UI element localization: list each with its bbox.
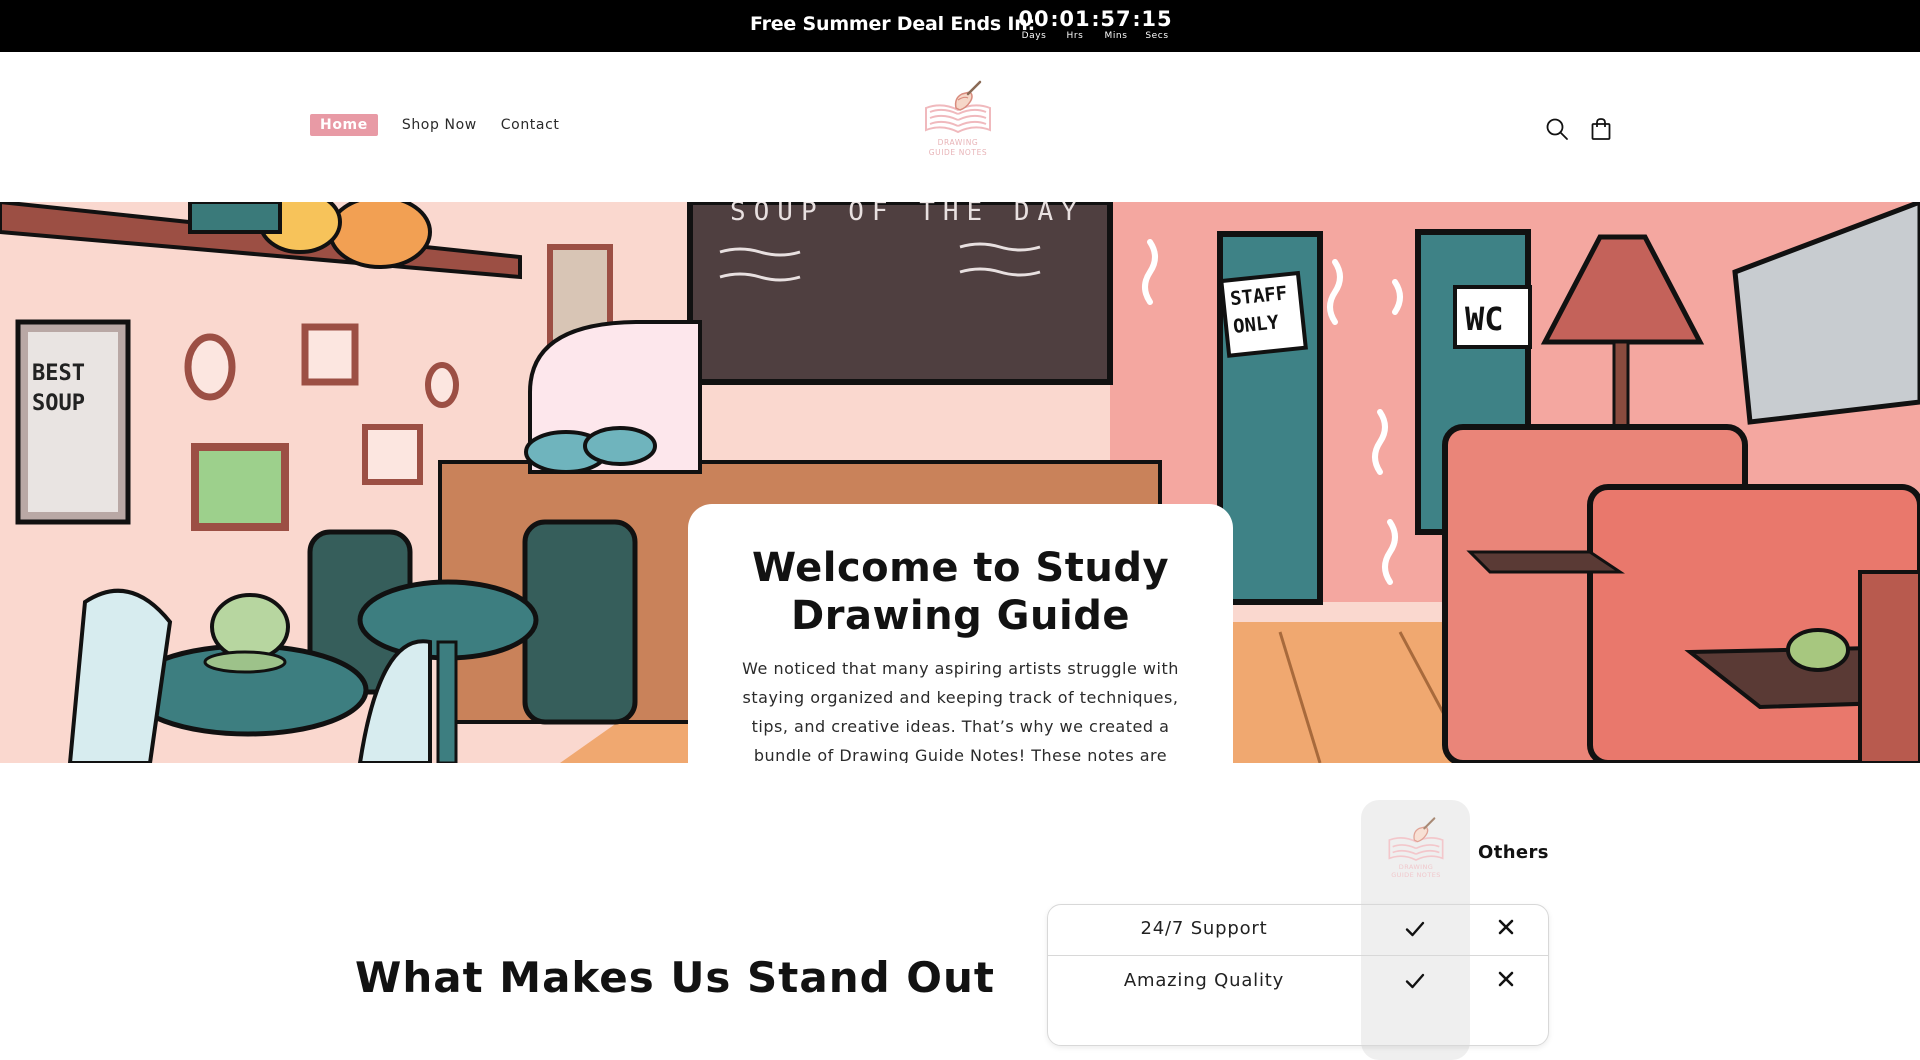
section-title: What Makes Us Stand Out [355,952,995,1002]
cross-icon [1498,919,1514,935]
comparison-logo-caption: DRAWING GUIDE NOTES [1381,863,1451,879]
chalkboard-text: SOUP OF THE DAY [730,202,1085,227]
others-column-label: Others [1478,842,1549,863]
countdown-days-label: Days [1021,31,1047,41]
countdown-hours: 01 Hrs [1059,8,1091,42]
countdown-separator: : [1132,7,1141,31]
hero-card: Welcome to Study Drawing Guide We notice… [688,504,1233,763]
countdown-hours-value: 01 [1059,7,1091,31]
comparison-row: 24/7 Support [1047,904,1549,956]
comparison-logo-caption-line2: GUIDE NOTES [1391,871,1441,879]
logo-caption: DRAWING GUIDE NOTES [918,138,998,158]
site-header: Home Shop Now Contact DRAWING GUIDE NOTE… [0,52,1920,202]
countdown-hours-label: Hrs [1066,31,1084,41]
cross-icon [1498,971,1514,987]
hero-banner: SOUP OF THE DAY BEST SOUP STAFF ONLY WC … [0,202,1920,763]
announcement-text: Free Summer Deal Ends In: [750,13,1036,35]
countdown-seconds-value: 15 [1141,7,1173,31]
countdown-minutes-label: Mins [1104,31,1128,41]
nav-link-shop-now[interactable]: Shop Now [402,117,477,133]
countdown-minutes-value: 57 [1100,7,1132,31]
search-icon[interactable] [1544,116,1570,142]
nav-link-home[interactable]: Home [310,114,378,136]
countdown-minutes: 57 Mins [1100,8,1132,42]
countdown-seconds: 15 Secs [1141,8,1173,42]
wc-sign: WC [1465,300,1504,338]
feature-label: Amazing Quality [1123,970,1285,991]
countdown-separator: : [1050,7,1059,31]
countdown-seconds-label: Secs [1145,31,1169,41]
poster-line1: BEST [32,361,85,386]
check-icon [1405,973,1425,989]
logo-caption-line1: DRAWING [937,138,979,147]
countdown-days: 00 Days [1018,8,1050,42]
countdown-timer: 00 Days : 01 Hrs : 57 Mins : 15 Secs [1018,8,1173,42]
comparison-row: Amazing Quality [1047,956,1549,1008]
comparison-logo-caption-line1: DRAWING [1398,863,1434,871]
nav-link-contact[interactable]: Contact [501,117,560,133]
site-logo[interactable]: DRAWING GUIDE NOTES [918,78,998,164]
logo-caption-line2: GUIDE NOTES [928,148,988,157]
main-nav: Home Shop Now Contact [310,114,583,136]
feature-label: 24/7 Support [1140,918,1268,939]
announcement-bar: Free Summer Deal Ends In: 00 Days : 01 H… [0,0,1920,52]
hero-title: Welcome to Study Drawing Guide [751,545,1170,639]
hero-description: We noticed that many aspiring artists st… [742,659,1179,763]
countdown-separator: : [1091,7,1100,31]
poster-line2: SOUP [32,391,85,416]
logo-book-hand-icon [1388,817,1444,861]
logo-book-hand-icon [925,80,991,134]
shopping-bag-icon[interactable] [1588,116,1614,142]
comparison-logo: DRAWING GUIDE NOTES [1381,815,1451,881]
check-icon [1405,921,1425,937]
countdown-days-value: 00 [1018,7,1050,31]
